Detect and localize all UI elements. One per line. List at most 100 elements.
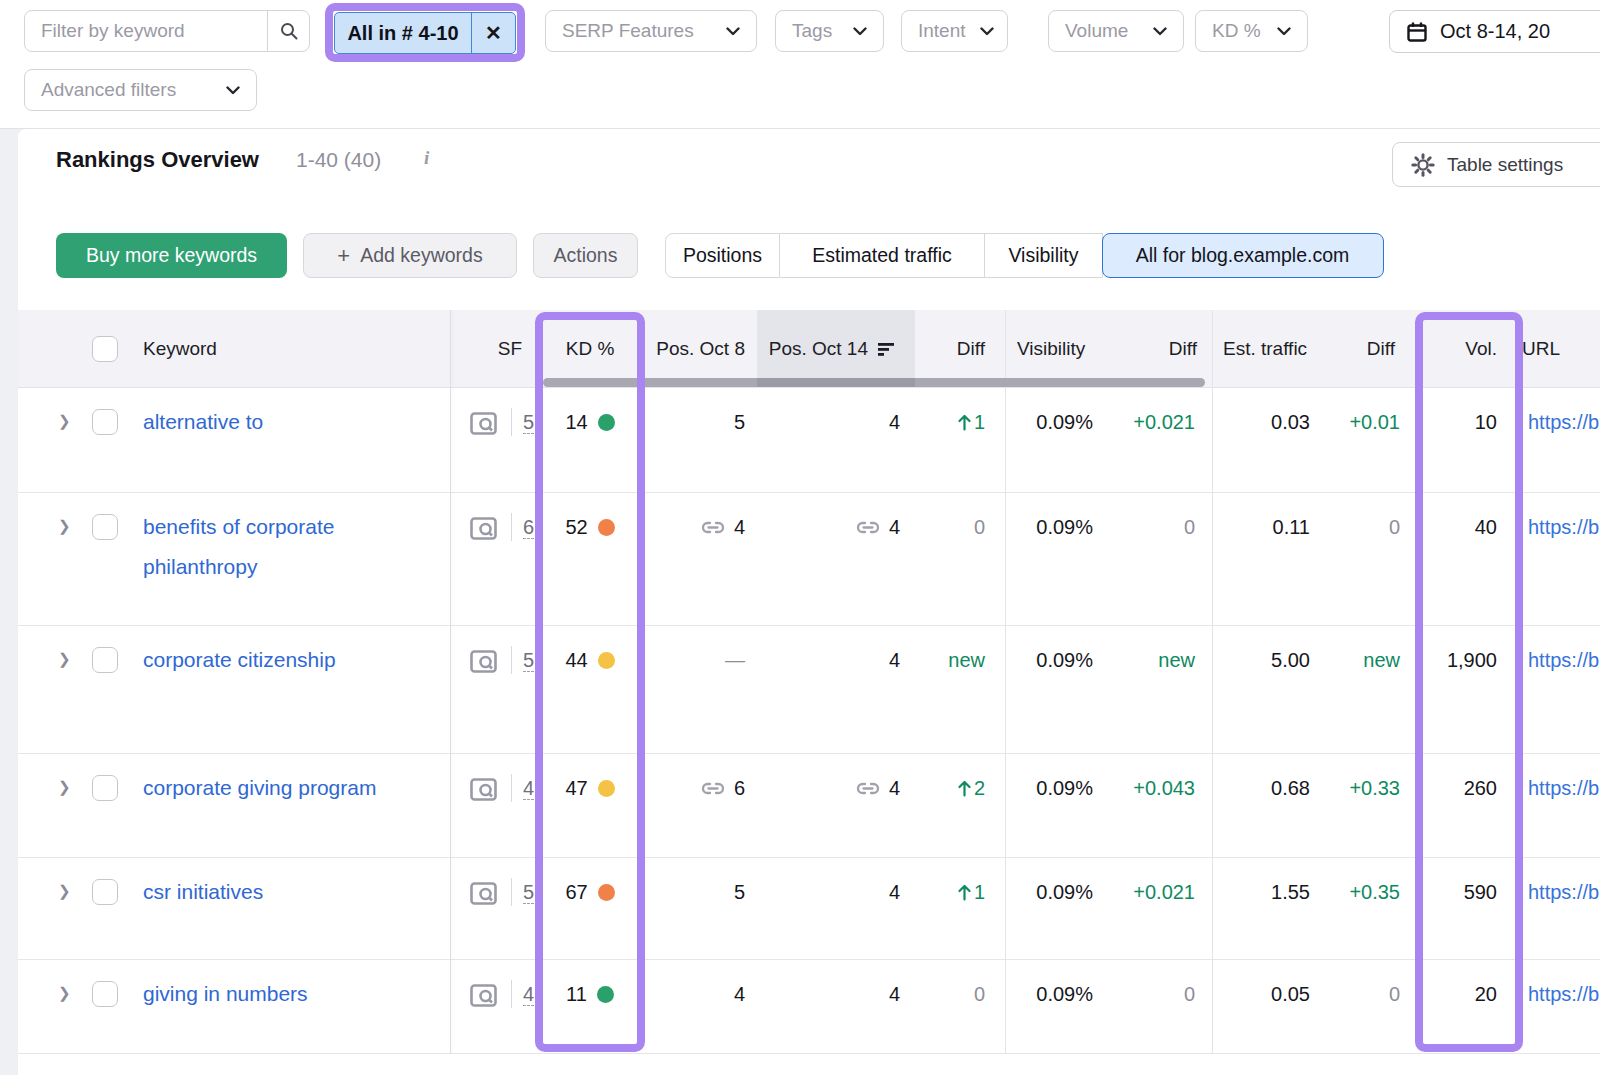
pos-oct8-value: 6	[701, 768, 745, 808]
url-link[interactable]: https://blog.example.com/	[1528, 872, 1600, 912]
keyword-link[interactable]: corporate giving program	[143, 768, 393, 808]
row-checkbox[interactable]	[92, 514, 118, 540]
row-checkbox[interactable]	[92, 647, 118, 673]
sf-count[interactable]: 5	[523, 872, 534, 904]
col-header-diff2[interactable]: Diff	[1169, 310, 1197, 388]
frozen-column-divider	[450, 310, 451, 1054]
tab-estimated-traffic[interactable]: Estimated traffic	[780, 233, 985, 278]
col-header-url[interactable]: URL	[1522, 310, 1560, 388]
col-header-keyword[interactable]: Keyword	[143, 310, 217, 388]
sf-count[interactable]: 4	[523, 768, 534, 800]
col-header-diff3[interactable]: Diff	[1367, 310, 1395, 388]
row-checkbox[interactable]	[92, 879, 118, 905]
tab-all-for-blog-example-com[interactable]: All for blog.example.com	[1102, 233, 1384, 278]
row-checkbox[interactable]	[92, 775, 118, 801]
serp-features-label: SERP Features	[562, 20, 694, 42]
chevron-down-icon	[1153, 27, 1167, 36]
expand-row-chevron-icon[interactable]: ❯	[58, 412, 71, 430]
col-header-est-traffic[interactable]: Est. traffic	[1223, 310, 1307, 388]
expand-row-chevron-icon[interactable]: ❯	[58, 650, 71, 668]
sf-count[interactable]: 5	[523, 402, 534, 434]
keyword-link[interactable]: alternative to	[143, 402, 393, 442]
table-settings-label: Table settings	[1447, 154, 1563, 176]
keyword-link[interactable]: benefits of corporate philanthropy	[143, 507, 393, 587]
tab-positions[interactable]: Positions	[665, 233, 780, 278]
position-filter-chip[interactable]: All in # 4-10 ✕	[334, 12, 516, 54]
close-icon: ✕	[485, 21, 502, 45]
pos-diff-value: new	[948, 640, 985, 680]
est-traffic-value: 5.00	[1271, 640, 1310, 680]
expand-row-chevron-icon[interactable]: ❯	[58, 984, 71, 1002]
buy-more-keywords-button[interactable]: Buy more keywords	[56, 233, 287, 278]
serp-features-cell[interactable]	[470, 412, 497, 439]
row-checkbox[interactable]	[92, 981, 118, 1007]
sf-count[interactable]: 4	[523, 974, 534, 1006]
url-link[interactable]: https://blog.example.com/	[1528, 507, 1600, 547]
actions-button[interactable]: Actions	[533, 233, 638, 278]
est-traffic-value: 1.55	[1271, 872, 1310, 912]
est-traffic-diff-value: 0	[1389, 974, 1400, 1014]
pos-oct14-value: 4	[889, 402, 900, 442]
keyword-filter-placeholder: Filter by keyword	[25, 20, 267, 42]
serp-features-cell[interactable]	[470, 778, 497, 805]
select-all-checkbox[interactable]	[92, 336, 118, 362]
sf-count[interactable]: 5	[523, 640, 534, 672]
tags-dropdown[interactable]: Tags	[775, 10, 884, 52]
chevron-down-icon	[226, 86, 240, 95]
est-traffic-value: 0.68	[1271, 768, 1310, 808]
serp-features-cell[interactable]	[470, 517, 497, 544]
pos-diff-value: 1	[958, 872, 985, 912]
col-header-pos-oct8[interactable]: Pos. Oct 8	[656, 310, 745, 388]
info-icon[interactable]: i	[424, 147, 429, 169]
sf-count[interactable]: 6	[523, 507, 534, 539]
url-link[interactable]: https://blog.example.com/	[1528, 402, 1600, 442]
expand-row-chevron-icon[interactable]: ❯	[58, 517, 71, 535]
date-range-picker[interactable]: Oct 8-14, 20	[1389, 10, 1600, 53]
est-traffic-diff-value: +0.35	[1349, 872, 1400, 912]
expand-row-chevron-icon[interactable]: ❯	[58, 778, 71, 796]
row-checkbox[interactable]	[92, 409, 118, 435]
visibility-value: 0.09%	[1036, 974, 1093, 1014]
visibility-diff-value: +0.043	[1133, 768, 1195, 808]
pos-oct8-value: 5	[734, 872, 745, 912]
chevron-down-icon	[980, 27, 994, 36]
sf-separator	[511, 878, 512, 906]
serp-features-icon	[470, 412, 497, 435]
url-link[interactable]: https://blog.example.com/	[1528, 768, 1600, 808]
kd-dropdown[interactable]: KD %	[1195, 10, 1308, 52]
col-header-visibility[interactable]: Visibility	[1017, 310, 1085, 388]
intent-dropdown[interactable]: Intent	[901, 10, 1008, 52]
visibility-diff-value: +0.021	[1133, 402, 1195, 442]
search-icon	[279, 21, 299, 41]
filter-chip-remove-button[interactable]: ✕	[471, 13, 515, 53]
pos-oct14-value: 4	[889, 640, 900, 680]
add-keywords-button[interactable]: + Add keywords	[303, 233, 517, 278]
serp-features-dropdown[interactable]: SERP Features	[545, 10, 757, 52]
col-header-diff1[interactable]: Diff	[957, 310, 985, 388]
est-traffic-diff-value: new	[1363, 640, 1400, 680]
col-header-sf[interactable]: SF	[498, 310, 522, 388]
col-header-pos-oct14[interactable]: Pos. Oct 14	[769, 310, 895, 388]
serp-features-cell[interactable]	[470, 882, 497, 909]
volume-dropdown[interactable]: Volume	[1048, 10, 1184, 52]
serp-features-cell[interactable]	[470, 984, 497, 1011]
url-link[interactable]: https://blog.example.com/	[1528, 640, 1600, 680]
tab-visibility[interactable]: Visibility	[985, 233, 1103, 278]
search-button[interactable]	[267, 11, 309, 51]
chevron-down-icon	[853, 27, 867, 36]
advanced-filters-dropdown[interactable]: Advanced filters	[24, 69, 257, 111]
serp-features-cell[interactable]	[470, 650, 497, 677]
results-range: 1-40 (40)	[296, 148, 381, 172]
table-settings-button[interactable]: Table settings	[1392, 142, 1600, 187]
table-row: ❯corporate giving program4476420.09%+0.0…	[18, 754, 1600, 858]
keyword-filter-input[interactable]: Filter by keyword	[24, 10, 310, 52]
keyword-link[interactable]: giving in numbers	[143, 974, 393, 1014]
visibility-value: 0.09%	[1036, 872, 1093, 912]
keyword-link[interactable]: corporate citizenship	[143, 640, 393, 680]
intent-label: Intent	[918, 20, 966, 42]
url-link[interactable]: https://blog.example.com/	[1528, 974, 1600, 1014]
expand-row-chevron-icon[interactable]: ❯	[58, 882, 71, 900]
visibility-value: 0.09%	[1036, 768, 1093, 808]
pos-diff-value: 0	[974, 974, 985, 1014]
keyword-link[interactable]: csr initiatives	[143, 872, 393, 912]
